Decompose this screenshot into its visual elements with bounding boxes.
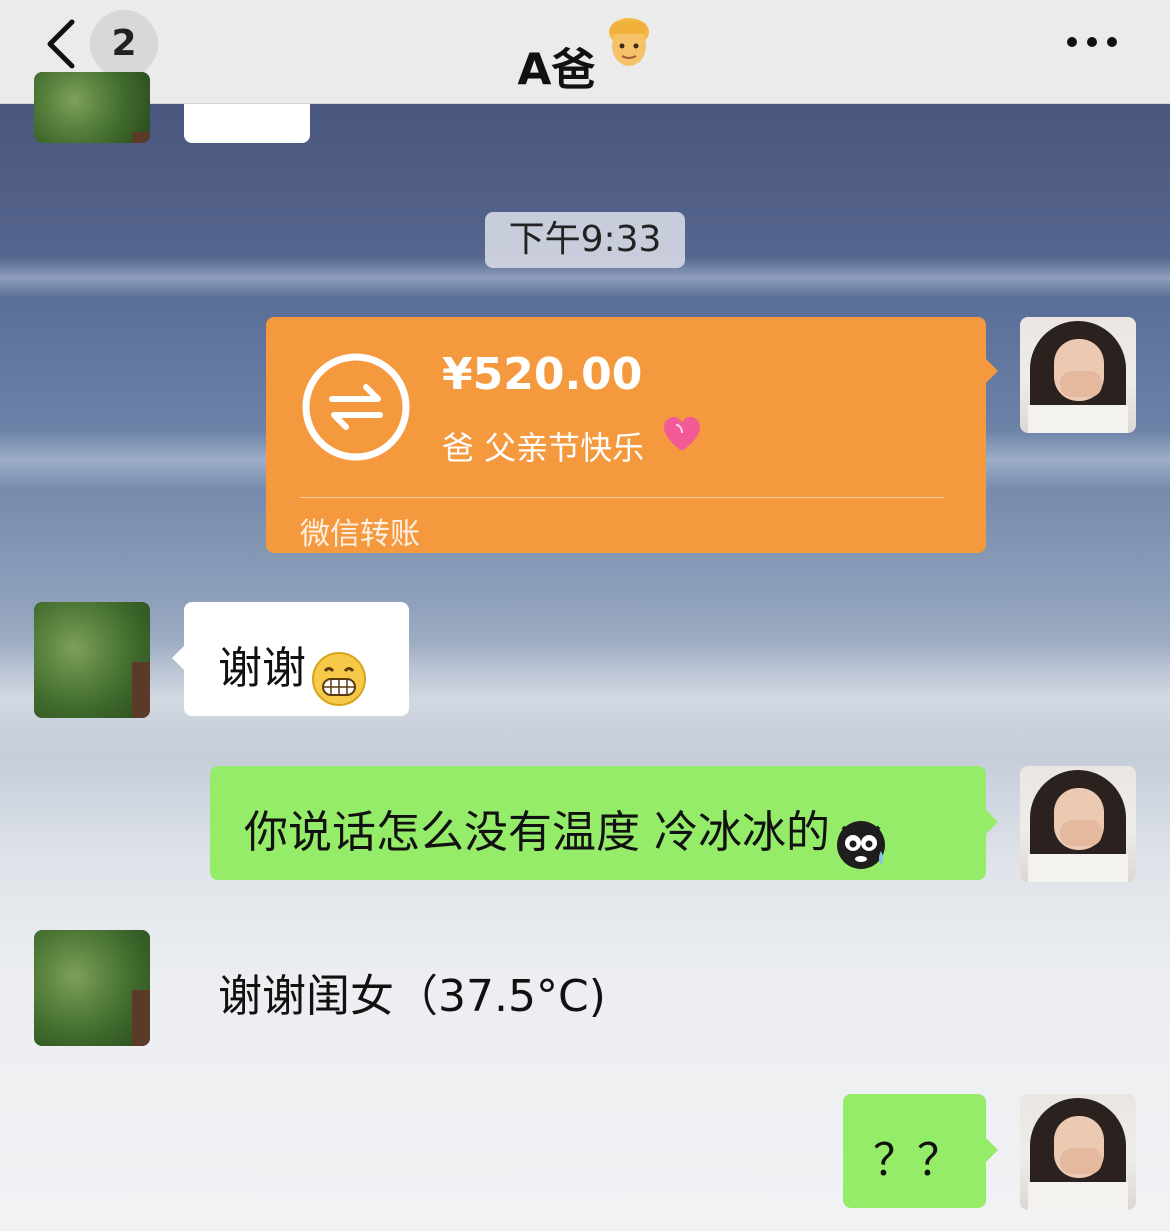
message-bubble[interactable]: 你说话怎么没有温度 冷冰冰的: [210, 766, 998, 880]
transfer-note-text: 爸 父亲节快乐: [442, 429, 645, 467]
more-dots-icon[interactable]: [1062, 30, 1122, 54]
previous-message-bubble[interactable]: [184, 104, 310, 143]
my-avatar[interactable]: [1020, 766, 1136, 882]
transfer-arrows-icon: [302, 353, 410, 461]
wechat-transfer-card[interactable]: ¥520.00 爸 父亲节快乐 微信转账: [266, 317, 998, 553]
my-avatar[interactable]: [1020, 317, 1136, 433]
grin-emoji-icon: [312, 651, 367, 706]
dad-avatar[interactable]: [34, 72, 150, 143]
transfer-divider: [300, 497, 944, 498]
transfer-amount: ¥520.00: [442, 349, 643, 400]
message-content: 你说话怎么没有温度 冷冰冰的: [244, 796, 891, 871]
heart-icon: [664, 417, 701, 451]
my-avatar[interactable]: [1020, 1094, 1136, 1210]
transfer-label: 微信转账: [300, 517, 420, 552]
chat-header: 2 A爸: [0, 0, 1170, 104]
message-content: 谢谢: [218, 632, 367, 707]
message-bubble[interactable]: ？？: [843, 1094, 998, 1208]
message-bubble[interactable]: 谢谢: [172, 602, 409, 716]
transfer-note: 爸 父亲节快乐: [442, 415, 702, 469]
chat-title: A爸: [517, 44, 596, 96]
message-text: 谢谢: [218, 643, 306, 694]
freezing-emoji-icon: [837, 820, 886, 869]
chat-title-row: A爸: [0, 14, 1170, 98]
message-text[interactable]: 谢谢闺女（37.5°C): [218, 960, 606, 1024]
message-text: 你说话怎么没有温度 冷冰冰的: [244, 807, 830, 858]
message-text: ？？: [873, 1135, 961, 1186]
dad-avatar[interactable]: [34, 930, 150, 1046]
timestamp: 下午9:33: [485, 212, 685, 268]
man-emoji-icon: [608, 18, 649, 66]
dad-avatar[interactable]: [34, 602, 150, 718]
